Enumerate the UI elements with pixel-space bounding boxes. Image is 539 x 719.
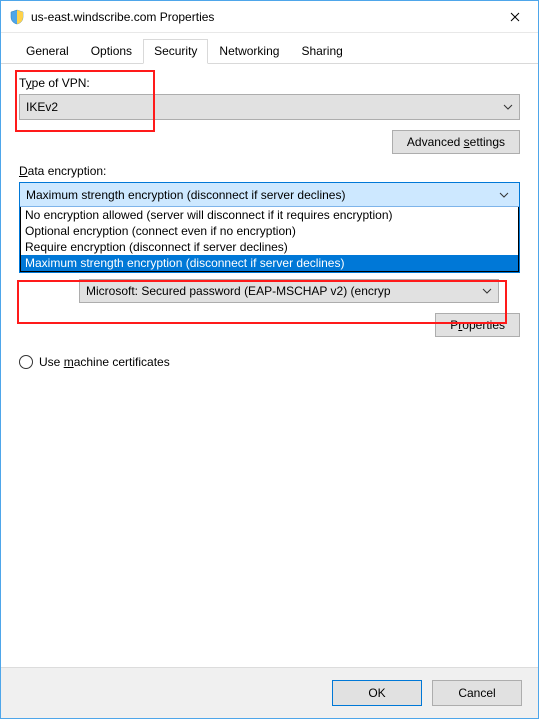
dropdown-item[interactable]: Optional encryption (connect even if no …: [21, 223, 518, 239]
machine-certificates-label: Use machine certificates: [39, 355, 170, 369]
tab-security[interactable]: Security: [143, 39, 208, 64]
vpn-type-label: Type of VPN:: [19, 76, 520, 90]
titlebar: us-east.windscribe.com Properties: [1, 1, 538, 33]
data-encryption-label: Data encryption:: [19, 164, 520, 178]
tab-general[interactable]: General: [15, 39, 80, 63]
tab-networking[interactable]: Networking: [208, 39, 290, 63]
vpn-type-value: IKEv2: [26, 100, 58, 114]
properties-dialog: us-east.windscribe.com Properties Genera…: [0, 0, 539, 719]
cancel-button[interactable]: Cancel: [432, 680, 522, 706]
shield-icon: [9, 9, 25, 25]
tab-content-security: Type of VPN: IKEv2 Advanced settings Dat…: [1, 64, 538, 667]
close-button[interactable]: [492, 1, 538, 32]
close-icon: [510, 12, 520, 22]
machine-certificates-radio[interactable]: Use machine certificates: [19, 355, 520, 369]
properties-button[interactable]: Properties: [435, 313, 520, 337]
chevron-down-icon: [503, 104, 513, 110]
data-encryption-selected[interactable]: Maximum strength encryption (disconnect …: [20, 183, 519, 207]
ok-button[interactable]: OK: [332, 680, 422, 706]
data-encryption-dropdown-list: No encryption allowed (server will disco…: [20, 207, 519, 272]
chevron-down-icon: [495, 183, 513, 206]
radio-icon: [19, 355, 33, 369]
dropdown-item[interactable]: Maximum strength encryption (disconnect …: [21, 255, 518, 271]
dropdown-item[interactable]: Require encryption (disconnect if server…: [21, 239, 518, 255]
dialog-footer: OK Cancel: [1, 667, 538, 718]
tab-sharing[interactable]: Sharing: [290, 39, 353, 63]
vpn-type-combo[interactable]: IKEv2: [19, 94, 520, 120]
window-title: us-east.windscribe.com Properties: [31, 10, 492, 24]
eap-method-value: Microsoft: Secured password (EAP-MSCHAP …: [86, 284, 391, 298]
dropdown-item[interactable]: No encryption allowed (server will disco…: [21, 207, 518, 223]
tab-options[interactable]: Options: [80, 39, 143, 63]
eap-method-combo[interactable]: Microsoft: Secured password (EAP-MSCHAP …: [79, 279, 499, 303]
data-encryption-combo[interactable]: Maximum strength encryption (disconnect …: [19, 182, 520, 273]
advanced-settings-button[interactable]: Advanced settings: [392, 130, 520, 154]
chevron-down-icon: [482, 288, 492, 294]
tab-strip: General Options Security Networking Shar…: [1, 33, 538, 64]
